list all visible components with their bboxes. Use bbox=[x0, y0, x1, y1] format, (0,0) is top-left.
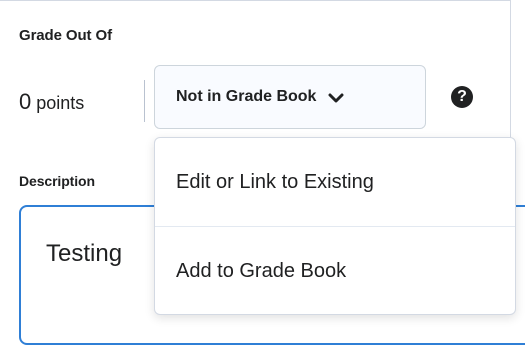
description-text: Testing bbox=[46, 240, 123, 267]
chevron-down-icon bbox=[328, 91, 344, 103]
points-unit: points bbox=[36, 93, 85, 113]
points-divider bbox=[144, 80, 145, 122]
panel-top-border bbox=[0, 0, 511, 1]
help-icon[interactable]: ? bbox=[451, 86, 473, 108]
points-value: 0 bbox=[19, 89, 32, 114]
description-label: Description bbox=[19, 173, 95, 189]
grade-book-menu: Edit or Link to Existing Add to Grade Bo… bbox=[154, 137, 516, 315]
points-display: 0 points bbox=[19, 89, 84, 115]
menu-item-add-to-grade-book[interactable]: Add to Grade Book bbox=[155, 227, 515, 314]
menu-item-edit-or-link[interactable]: Edit or Link to Existing bbox=[155, 138, 515, 226]
grade-book-dropdown-button[interactable]: Not in Grade Book bbox=[154, 65, 426, 129]
grade-book-dropdown-label: Not in Grade Book bbox=[176, 88, 317, 105]
grade-out-of-label: Grade Out Of bbox=[19, 27, 112, 44]
